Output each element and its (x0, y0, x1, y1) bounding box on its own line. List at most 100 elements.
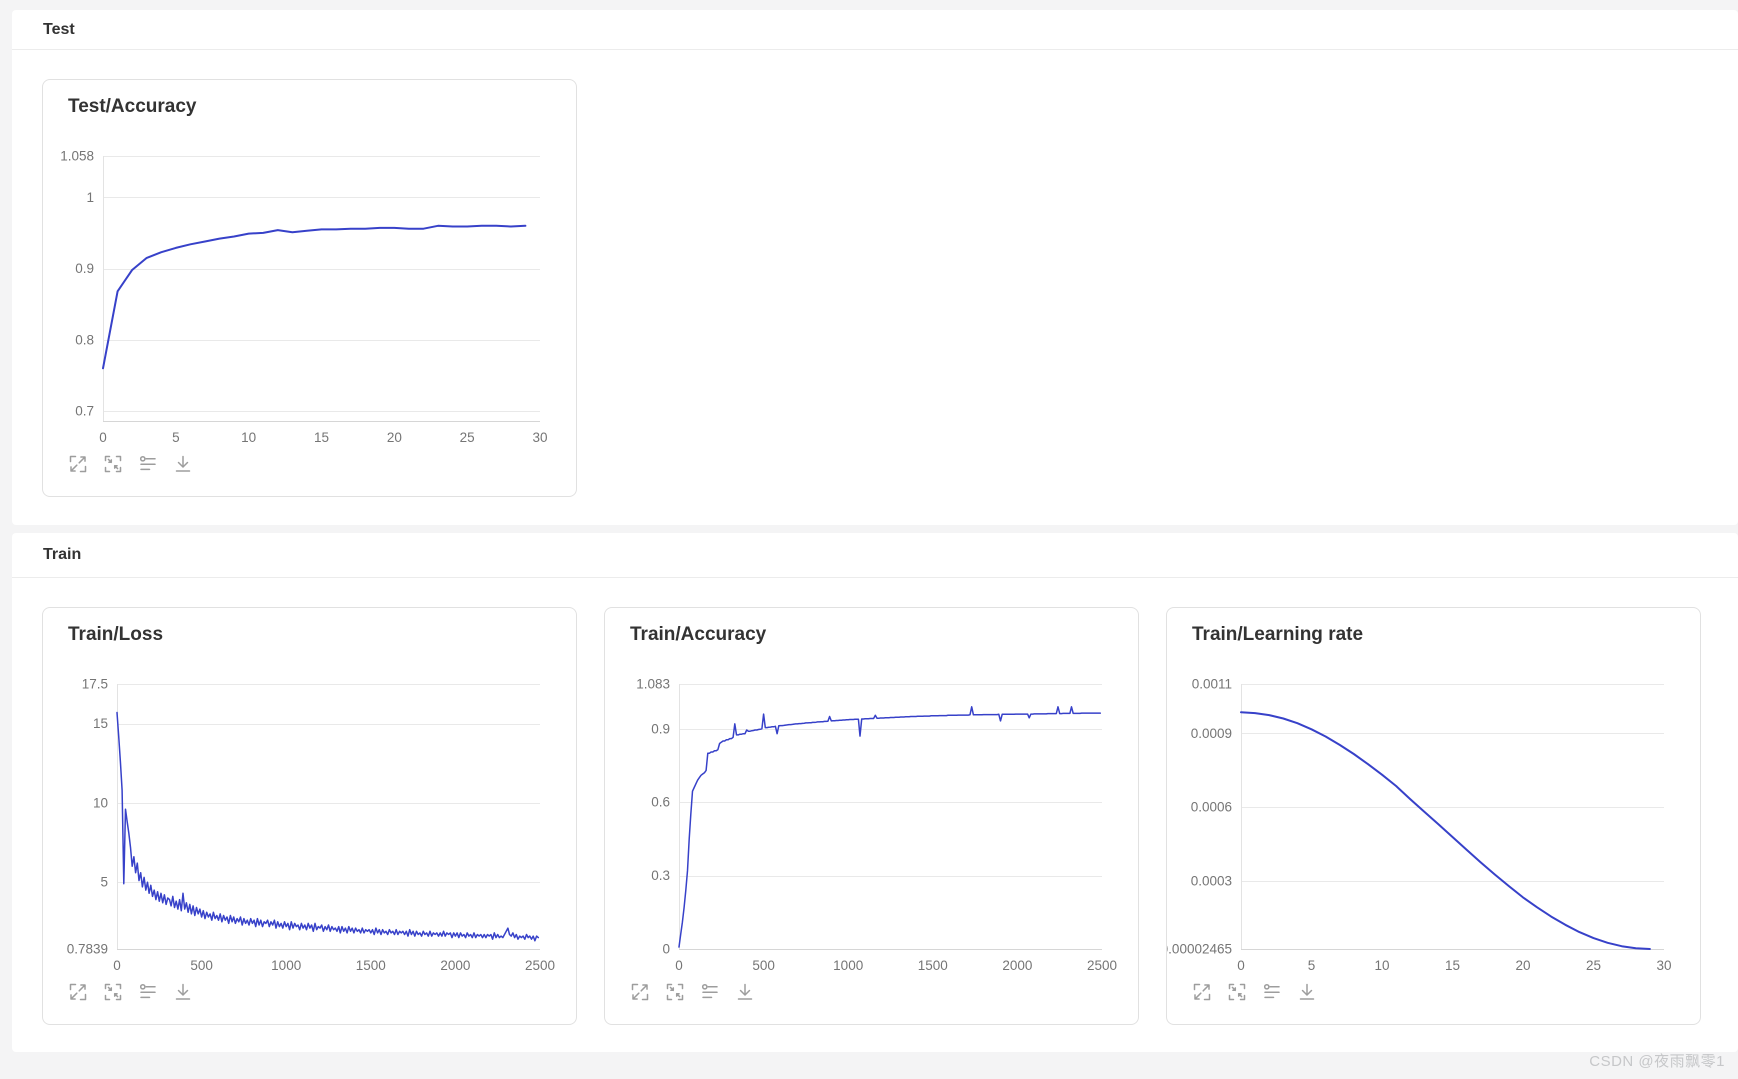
y-tick-label: 0.9 (651, 721, 670, 736)
fullscreen-icon[interactable] (630, 982, 650, 1002)
x-tick-label: 1500 (918, 958, 948, 973)
x-tick-label: 2000 (1002, 958, 1032, 973)
y-tick-label: 0.0006 (1191, 800, 1232, 815)
x-tick-label: 10 (241, 430, 256, 445)
x-tick-label: 0 (99, 430, 107, 445)
section-header: Test (12, 10, 1738, 50)
x-tick-label: 0 (1237, 958, 1245, 973)
y-tick-label: 0.0011 (1192, 677, 1232, 692)
fullscreen-icon[interactable] (68, 982, 88, 1002)
fullscreen-icon[interactable] (68, 454, 88, 474)
x-tick-label: 15 (314, 430, 329, 445)
chart-plot[interactable]: 1.058 1 0.9 0.8 0.7 0 5 10 15 20 25 30 (43, 130, 577, 450)
y-axis-labels: 1.083 0.9 0.6 0.3 0 (636, 677, 670, 957)
y-tick-label: 0.00002465 (1167, 942, 1232, 957)
y-tick-label: 0.7 (75, 404, 94, 419)
grid (679, 684, 1102, 950)
x-tick-label: 500 (752, 958, 775, 973)
section-panel-test: Test Test/Accuracy 1.058 1 0.9 0.8 0.7 0 5 10 15… (12, 10, 1738, 525)
x-tick-label: 20 (1515, 958, 1530, 973)
y-tick-label: 15 (93, 716, 108, 731)
y-axis-labels: 1.058 1 0.9 0.8 0.7 (60, 149, 94, 419)
smoothing-icon[interactable] (1262, 982, 1282, 1002)
y-tick-label: 1 (86, 190, 94, 205)
axes (103, 156, 540, 422)
x-axis-labels: 0 500 1000 1500 2000 2500 (113, 958, 555, 973)
restore-icon[interactable] (665, 982, 685, 1002)
x-tick-label: 2500 (525, 958, 555, 973)
section-title: Test (43, 20, 75, 38)
axes (679, 684, 1102, 950)
x-tick-label: 2500 (1087, 958, 1117, 973)
section-panel-train: Train Train/Loss 17.5 15 10 5 0.7839 0 500 1000… (12, 533, 1738, 1052)
section-header: Train (12, 533, 1738, 578)
chart-plot[interactable]: 1.083 0.9 0.6 0.3 00 500 1000 1500 2000 2500 (605, 658, 1139, 978)
x-tick-label: 1500 (356, 958, 386, 973)
y-tick-label: 1.058 (60, 149, 94, 164)
x-tick-label: 500 (190, 958, 213, 973)
x-tick-label: 15 (1445, 958, 1460, 973)
x-axis-labels: 0 500 1000 1500 2000 2500 (675, 958, 1117, 973)
y-axis-labels: 17.5 15 10 5 0.7839 (67, 677, 108, 957)
y-tick-label: 17.5 (82, 677, 108, 692)
cards-row: Train/Loss 17.5 15 10 5 0.7839 0 500 1000 1500 20… (12, 578, 1738, 1025)
x-tick-label: 25 (1586, 958, 1601, 973)
x-tick-label: 25 (460, 430, 475, 445)
x-tick-label: 5 (172, 430, 180, 445)
x-tick-label: 20 (387, 430, 402, 445)
fullscreen-icon[interactable] (1192, 982, 1212, 1002)
y-tick-label: 10 (93, 795, 108, 810)
smoothing-icon[interactable] (138, 454, 158, 474)
section-title: Train (43, 546, 82, 563)
y-tick-label: 0.0003 (1191, 874, 1232, 889)
x-tick-label: 30 (532, 430, 547, 445)
download-icon[interactable] (1297, 982, 1317, 1002)
x-tick-label: 1000 (271, 958, 301, 973)
y-tick-label: 0.3 (651, 868, 670, 883)
restore-icon[interactable] (103, 454, 123, 474)
chart-toolbar (1192, 982, 1317, 1002)
chart-toolbar (68, 982, 193, 1002)
chart-card: Train/Accuracy 1.083 0.9 0.6 0.3 0 0 500 1000 15… (604, 607, 1139, 1025)
chart-title: Test/Accuracy (68, 96, 197, 117)
series-line (116, 711, 540, 942)
x-tick-label: 30 (1656, 958, 1671, 973)
smoothing-icon[interactable] (700, 982, 720, 1002)
y-tick-label: 5 (100, 875, 108, 890)
y-tick-label: 0.0009 (1191, 726, 1232, 741)
series-line (102, 224, 527, 370)
download-icon[interactable] (735, 982, 755, 1002)
chart-card: Train/Loss 17.5 15 10 5 0.7839 0 500 1000 1500 20… (42, 607, 577, 1025)
chart-title: Train/Loss (68, 624, 164, 645)
x-axis-labels: 0 5 10 15 20 25 30 (1237, 958, 1671, 973)
chart-card: Test/Accuracy 1.058 1 0.9 0.8 0.7 0 5 10 15 20 25 3… (42, 79, 577, 497)
x-tick-label: 0 (675, 958, 683, 973)
restore-icon[interactable] (1227, 982, 1247, 1002)
download-icon[interactable] (173, 454, 193, 474)
y-axis-labels: 0.0011 0.0009 0.0006 0.0003 0.00002465 (1167, 677, 1232, 957)
series-line (678, 706, 1102, 948)
x-tick-label: 10 (1374, 958, 1389, 973)
x-tick-label: 1000 (833, 958, 863, 973)
y-tick-label: 0.7839 (67, 942, 108, 957)
x-axis-labels: 0 5 10 15 20 25 30 (99, 430, 547, 445)
chart-toolbar (68, 454, 193, 474)
smoothing-icon[interactable] (138, 982, 158, 1002)
restore-icon[interactable] (103, 982, 123, 1002)
x-tick-label: 5 (1308, 958, 1316, 973)
chart-plot[interactable]: 0.0011 0.0009 0.0006 0.0003 0.00002465 0 5 10 15… (1167, 658, 1701, 978)
x-tick-label: 0 (113, 958, 121, 973)
chart-toolbar (630, 982, 755, 1002)
chart-card: Train/Learning rate 0.0011 0.0009 0.0006 0.… (1166, 607, 1701, 1025)
chart-title: Train/Accuracy (630, 624, 767, 645)
y-tick-label: 0.8 (75, 332, 94, 347)
download-icon[interactable] (173, 982, 193, 1002)
grid (1241, 684, 1664, 950)
cards-row: Test/Accuracy 1.058 1 0.9 0.8 0.7 0 5 10 15 20 25 3… (12, 50, 1738, 497)
csdn-watermark: CSDN @夜雨飘零1 (1589, 1053, 1725, 1070)
y-tick-label: 0.6 (651, 795, 670, 810)
chart-title: Train/Learning rate (1192, 624, 1364, 645)
y-tick-label: 0.9 (75, 261, 94, 276)
chart-plot[interactable]: 17.5 15 10 5 0.7839 0 500 1000 1500 2000 2500 (43, 658, 577, 978)
grid (103, 156, 540, 412)
